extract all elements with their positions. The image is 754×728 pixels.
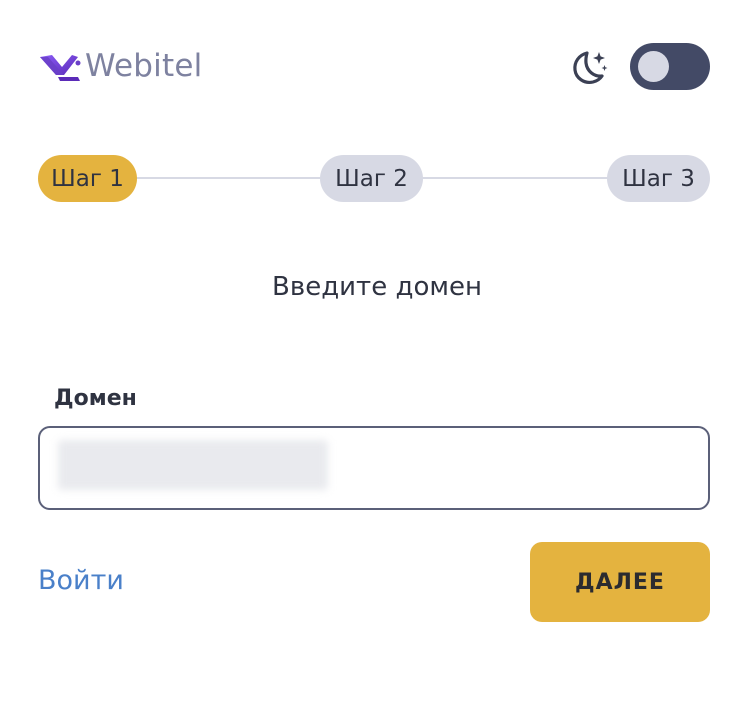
- next-button[interactable]: ДАЛЕЕ: [530, 542, 710, 622]
- logo-text: Webitel: [85, 48, 203, 84]
- theme-icon[interactable]: [566, 44, 612, 90]
- domain-field[interactable]: [38, 426, 710, 510]
- webitel-logo: Webitel: [38, 46, 202, 86]
- page-title: Введите домен: [272, 272, 482, 302]
- toggle-knob[interactable]: [638, 51, 669, 82]
- step-2[interactable]: Шаг 2: [320, 155, 423, 202]
- login-link[interactable]: Войти: [38, 565, 124, 596]
- domain-field-label: Домен: [54, 386, 137, 411]
- step-1[interactable]: Шаг 1: [38, 155, 137, 202]
- step-3[interactable]: Шаг 3: [607, 155, 710, 202]
- theme-toggle[interactable]: [630, 43, 710, 90]
- webitel-logo-mark-icon: [40, 55, 81, 81]
- domain-input[interactable]: [58, 440, 328, 490]
- moon-stars-icon: [573, 51, 608, 84]
